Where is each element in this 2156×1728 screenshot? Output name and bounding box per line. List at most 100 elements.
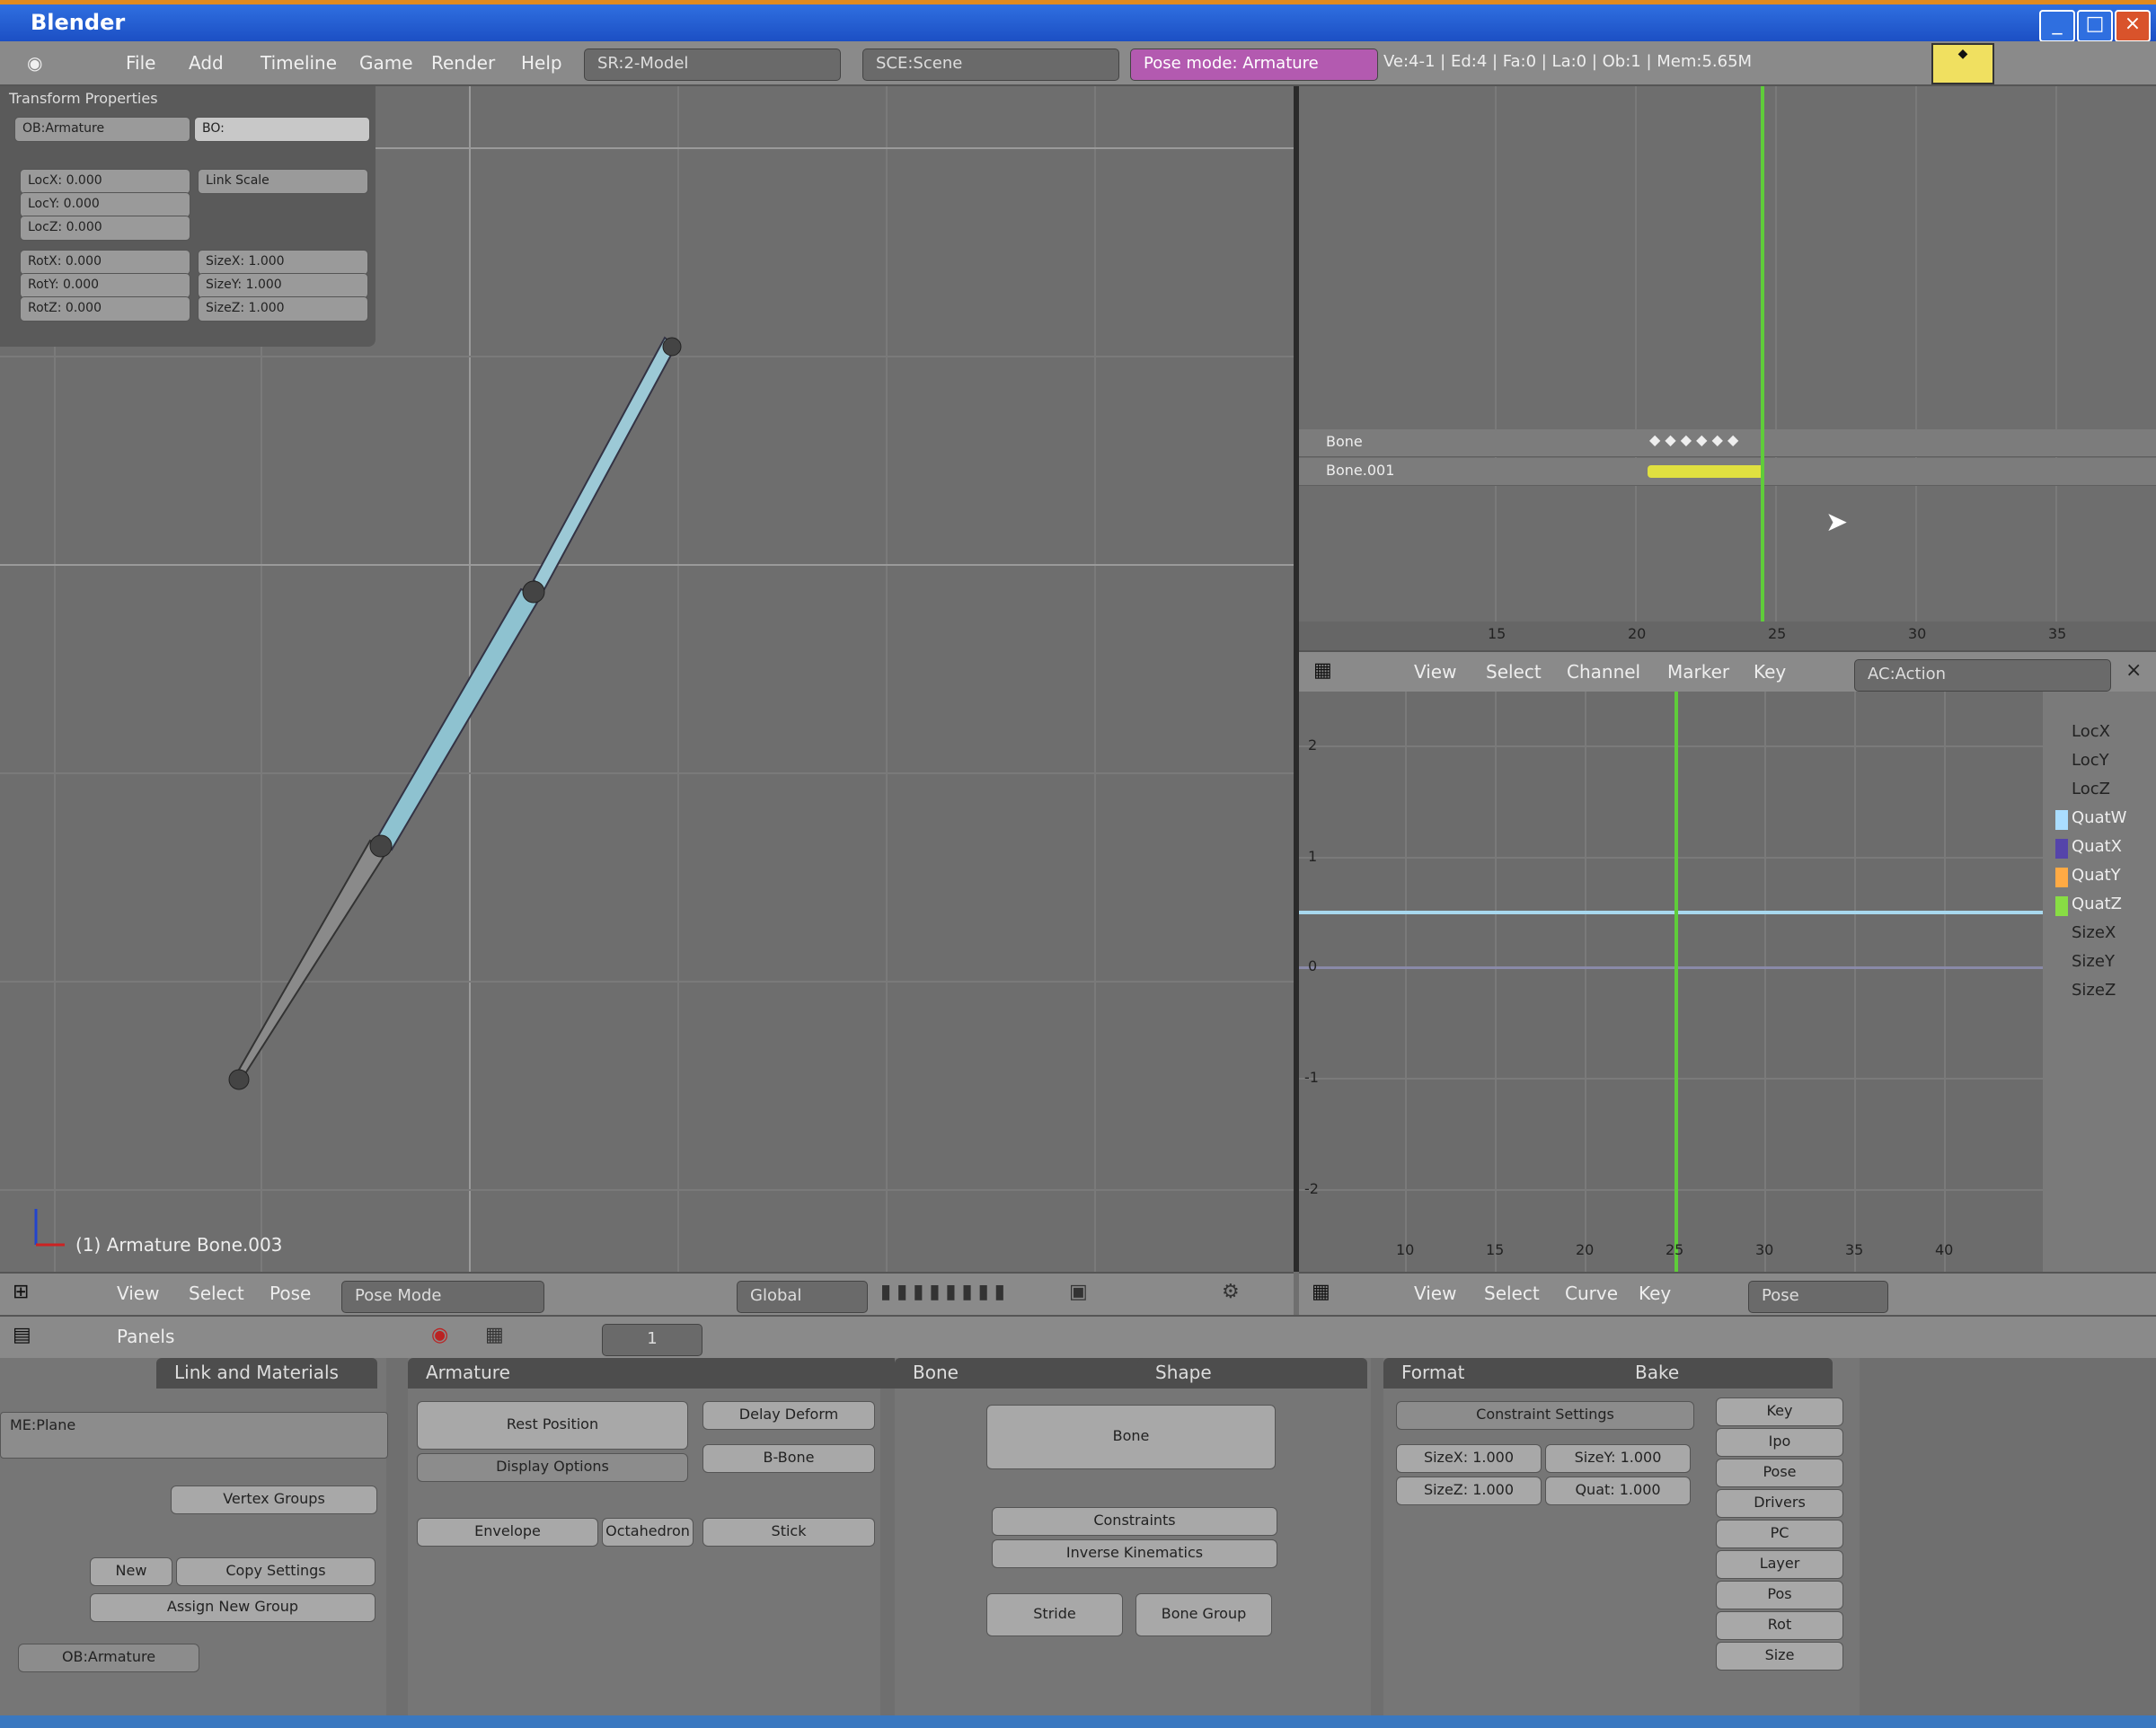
pc-button[interactable]: PC [1716,1520,1843,1548]
constraints-button[interactable]: Constraints [992,1507,1277,1536]
preset-select[interactable]: Constraint Settings [1396,1401,1694,1430]
menu-select[interactable]: Select [189,1283,244,1304]
object-name-field[interactable]: OB:Armature [14,117,190,142]
mode-select[interactable]: Pose Mode [341,1281,544,1313]
ik-button[interactable]: Inverse Kinematics [992,1539,1277,1568]
bbone-button[interactable]: B-Bone [702,1444,875,1473]
bone-name-field[interactable]: Bone [986,1405,1276,1469]
screen-select[interactable]: SR:2-Model [584,48,841,81]
ipo-channel[interactable]: QuatY [2072,866,2121,885]
scene-select[interactable]: SCE:Scene [862,48,1119,81]
drivers-button[interactable]: Drivers [1716,1489,1843,1518]
bone-group-button[interactable]: Bone Group [1135,1593,1272,1636]
pose-lock-icon[interactable]: ⚙ [1222,1281,1240,1303]
bone-name-field[interactable]: BO: [194,117,370,142]
editor-type-icon[interactable]: ▦ [1313,659,1332,682]
menu-add[interactable]: Add [189,52,224,74]
stride-button[interactable]: Stride [986,1593,1123,1636]
menu-select[interactable]: Select [1484,1283,1540,1304]
menu-game[interactable]: Game [359,52,413,74]
sizey-field[interactable]: SizeY: 1.000 [1545,1444,1691,1473]
ipo-channel[interactable]: SizeX [2072,923,2116,942]
locx-field[interactable]: LocX: 0.000 [20,169,190,194]
logic-icon[interactable]: ◉ [431,1324,448,1346]
locy-field[interactable]: LocY: 0.000 [20,192,190,217]
vertex-groups-label[interactable]: Vertex Groups [171,1486,377,1514]
quat-field[interactable]: Quat: 1.000 [1545,1477,1691,1505]
menu-channel[interactable]: Channel [1567,661,1640,683]
menu-timeline[interactable]: Timeline [261,52,337,74]
mesh-name-field[interactable]: ME:Plane [0,1412,388,1459]
size-button[interactable]: Size [1716,1642,1843,1671]
panel-tab[interactable]: Link and Materials [156,1358,377,1389]
sizez-field[interactable]: SizeZ: 1.000 [1396,1477,1542,1505]
stick-button[interactable]: Stick [702,1518,875,1547]
current-frame-line[interactable] [1674,692,1678,1272]
pivot-select[interactable]: Global [737,1281,868,1313]
menu-pose[interactable]: Pose [270,1283,311,1304]
action-name-field[interactable]: AC:Action [1854,659,2111,692]
blender-icon[interactable]: ◉ [27,52,42,74]
ipo-channel[interactable]: QuatW [2072,808,2126,827]
menu-file[interactable]: File [126,52,155,74]
panel-tab[interactable]: Shape [1137,1358,1367,1389]
ipo-channel[interactable]: SizeY [2072,952,2115,971]
panel-tab[interactable]: Format [1383,1358,1635,1389]
menu-help[interactable]: Help [521,52,562,74]
envelope-button[interactable]: Envelope [417,1518,598,1547]
menu-view[interactable]: View [1414,1283,1456,1304]
menu-view[interactable]: View [1414,661,1456,683]
maximize-button[interactable]: □ [2077,10,2113,42]
ipo-channel[interactable]: LocZ [2072,780,2110,798]
sizex-field[interactable]: SizeX: 1.000 [1396,1444,1542,1473]
editor-type-icon[interactable]: ▤ [13,1324,31,1346]
rotx-field[interactable]: RotX: 0.000 [20,250,190,275]
ipo-channel[interactable]: QuatZ [2072,895,2122,913]
menu-select[interactable]: Select [1486,661,1542,683]
ipo-button[interactable]: Ipo [1716,1428,1843,1457]
ipo-curve-editor[interactable]: 2 1 0 -1 -2 10 15 20 25 30 35 40 [1299,692,2043,1272]
ipo-channel[interactable]: SizeZ [2072,981,2116,1000]
layer-button[interactable]: Layer [1716,1550,1843,1579]
channel-row[interactable]: Bone ◆ ◆ ◆ ◆ ◆ ◆ [1299,429,2156,457]
editor-type-icon[interactable]: ▦ [1312,1281,1330,1303]
menu-key[interactable]: Key [1754,661,1786,683]
panel-tab[interactable]: Bone [895,1358,1155,1389]
ipo-curve-locx[interactable] [1299,911,2043,914]
editing-icon[interactable]: ▦ [485,1324,504,1346]
sizez-field[interactable]: SizeZ: 1.000 [198,296,368,322]
panel-tab[interactable]: Bake [1617,1358,1833,1389]
rest-position-button[interactable]: Rest Position [417,1401,688,1450]
menu-view[interactable]: View [117,1283,159,1304]
frame-field[interactable]: 1 [602,1324,702,1356]
object-name-field[interactable]: OB:Armature [18,1644,199,1672]
menu-marker[interactable]: Marker [1667,661,1729,683]
menu-curve[interactable]: Curve [1565,1283,1618,1304]
pos-button[interactable]: Pos [1716,1581,1843,1609]
rot-button[interactable]: Rot [1716,1611,1843,1640]
new-group-button[interactable]: New [90,1557,172,1586]
copy-settings-button[interactable]: Copy Settings [176,1557,376,1586]
sizex-field[interactable]: SizeX: 1.000 [198,250,368,275]
menu-render[interactable]: Render [431,52,495,74]
panel-tab[interactable]: Armature [408,1358,898,1389]
minimize-button[interactable]: _ [2039,10,2075,42]
panels-menu[interactable]: Panels [117,1326,174,1347]
close-button[interactable]: × [2115,10,2151,42]
menu-key[interactable]: Key [1639,1283,1671,1304]
octahedron-button[interactable]: Octahedron [602,1518,694,1547]
layer-buttons[interactable]: ▮▮▮▮▮▮▮▮ [880,1281,1011,1303]
key-button[interactable]: Key [1716,1397,1843,1426]
ipo-channel[interactable]: LocY [2072,751,2109,770]
pose-button[interactable]: Pose [1716,1459,1843,1487]
current-frame-line[interactable] [1761,86,1764,652]
roty-field[interactable]: RotY: 0.000 [20,273,190,298]
locz-field[interactable]: LocZ: 0.000 [20,216,190,241]
delay-deform-button[interactable]: Delay Deform [702,1401,875,1430]
keyframe-block[interactable] [1648,465,1764,478]
ipo-channel[interactable]: LocX [2072,722,2110,741]
editor-type-icon[interactable]: ⊞ [13,1281,29,1303]
link-scale-button[interactable]: Link Scale [198,169,368,194]
ipo-type-select[interactable]: Pose [1748,1281,1888,1313]
assign-group-button[interactable]: Assign New Group [90,1593,376,1622]
